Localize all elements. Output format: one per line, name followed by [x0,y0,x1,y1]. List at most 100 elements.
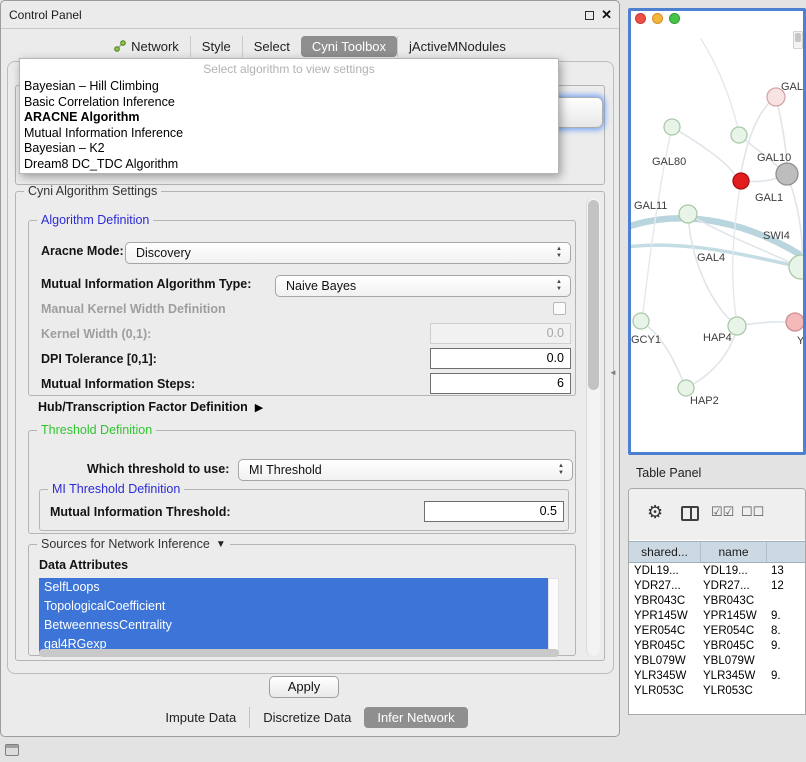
network-node-green[interactable] [678,380,694,396]
data-attributes-list: SelfLoopsTopologicalCoefficientBetweenne… [39,578,548,654]
table-row[interactable]: YLR345WYLR345W9. [629,669,805,684]
attribute-item-betweennesscentrality[interactable]: BetweennessCentrality [39,616,548,635]
table-row[interactable]: YBL079WYBL079W [629,654,805,669]
network-edge [701,39,738,128]
collapse-right-icon[interactable]: ▶ [255,401,263,414]
minimized-panel-icon[interactable] [5,744,19,756]
deselect-all-checkboxes-icon[interactable]: ☐☐ [741,504,764,520]
attribute-item-topologicalcoefficient[interactable]: TopologicalCoefficient [39,597,548,616]
which-threshold-combobox[interactable]: MI Threshold ▲▼ [238,459,573,481]
network-canvas[interactable]: GAL7GAL80GAL10GAL1GAL11SWI4GAL4GCY1HAP4H… [631,11,803,452]
aracne-mode-combobox[interactable]: Discovery ▲▼ [125,242,571,264]
network-node-gray[interactable] [776,163,798,185]
attributes-horizontal-scrollbar[interactable] [39,649,559,657]
network-node-red[interactable] [733,173,749,189]
table-row[interactable]: YER054CYER054C8. [629,624,805,639]
dropdown-item-basic-correlation-inference[interactable]: Basic Correlation Inference [20,95,558,111]
tab-style[interactable]: Style [190,36,242,57]
mi-threshold-label: Mutual Information Threshold: [50,505,231,519]
node-label-gal10: GAL10 [757,152,791,164]
tab-network[interactable]: Network [103,36,190,57]
manual-kernel-width-checkbox[interactable] [553,302,566,315]
kernel-width-field[interactable]: 0.0 [430,323,571,344]
column-header-partial[interactable] [767,542,805,562]
cyni-bottom-tabbar: Impute DataDiscretize DataInfer Network [1,707,619,728]
table-row[interactable]: YDL19...YDL19...13 [629,564,805,579]
mi-threshold-definition-group: MI Threshold Definition Mutual Informati… [39,489,569,531]
select-all-checkboxes-icon[interactable]: ☑☑ [711,504,734,520]
network-node-green[interactable] [679,205,697,223]
table-row[interactable]: YBR045CYBR045C9. [629,639,805,654]
column-header-shared-name[interactable]: shared... [629,542,701,562]
tab-label: Style [202,39,231,54]
dropdown-item-dream8-dc-tdc-algorithm[interactable]: Dream8 DC_TDC Algorithm [20,157,558,173]
table-row[interactable]: YBR043CYBR043C [629,594,805,609]
tab-select[interactable]: Select [242,36,301,57]
gear-icon[interactable]: ⚙ [647,502,663,523]
combo-arrows-icon: ▲▼ [554,279,564,293]
table-cell: 12 [767,579,805,594]
table-toolbar: ⚙ ☑☑ ☐☐ [629,489,805,540]
table-columns-icon[interactable] [681,506,699,521]
scrollbar-thumb[interactable] [588,200,599,390]
table-body: YDL19...YDL19...13YDR27...YDR27...12YBR0… [629,564,805,714]
float-window-icon[interactable] [585,11,594,20]
dpi-tolerance-field[interactable]: 0.0 [430,348,571,369]
close-window-icon[interactable]: ✕ [601,7,612,23]
network-node-green[interactable] [664,119,680,135]
table-cell: YBR045C [701,639,767,654]
mi-algorithm-type-combobox[interactable]: Naive Bayes ▲▼ [275,275,571,297]
network-scrollbar[interactable] [793,31,803,49]
mi-threshold-definition-title: MI Threshold Definition [48,482,184,496]
attribute-item-selfloops[interactable]: SelfLoops [39,578,548,597]
tab-cyni-toolbox[interactable]: Cyni Toolbox [301,36,397,57]
settings-vertical-scrollbar[interactable] [586,198,600,656]
dpi-tolerance-label: DPI Tolerance [0,1]: [41,352,157,366]
dropdown-item-mutual-information-inference[interactable]: Mutual Information Inference [20,126,558,142]
tab-label: Network [131,39,179,54]
table-cell: YDL19... [701,564,767,579]
mi-steps-field[interactable]: 6 [430,373,571,394]
table-row[interactable]: YPR145WYPR145W9. [629,609,805,624]
hub-definition-label: Hub/Transcription Factor Definition [38,400,248,414]
tab-jactivemnodules[interactable]: jActiveMNodules [397,36,517,57]
minimize-traffic-light-icon[interactable] [652,13,663,24]
combo-arrows-icon: ▲▼ [554,246,564,260]
node-label-hap4: HAP4 [703,332,732,344]
table-row[interactable]: YDR27...YDR27...12 [629,579,805,594]
hub-definition-section-header[interactable]: Hub/Transcription Factor Definition ▶ [38,400,263,414]
table-cell: 9. [767,639,805,654]
dropdown-item-bayesian-k2[interactable]: Bayesian – K2 [20,141,558,157]
scrollbar-thumb[interactable] [795,33,801,42]
dropdown-item-bayesian-hill-climbing[interactable]: Bayesian – Hill Climbing [20,79,558,95]
column-header-name[interactable]: name [701,542,767,562]
apply-button[interactable]: Apply [269,676,339,698]
bottom-tab-discretize-data[interactable]: Discretize Data [249,707,364,728]
network-node-salmon[interactable] [786,313,803,331]
sources-title-label: Sources for Network Inference [41,537,210,551]
zoom-traffic-light-icon[interactable] [669,13,680,24]
aracne-mode-label: Aracne Mode: [41,244,124,258]
mi-threshold-field[interactable]: 0.5 [424,501,564,522]
network-node-green[interactable] [633,313,649,329]
combo-arrows-icon: ▲▼ [556,463,566,477]
dropdown-item-aracne-algorithm[interactable]: ARACNE Algorithm [20,110,558,126]
sources-section-header[interactable]: Sources for Network Inference ▼ [37,537,230,551]
table-cell [767,684,805,699]
bottom-tab-infer-network[interactable]: Infer Network [364,707,467,728]
close-traffic-light-icon[interactable] [635,13,646,24]
table-panel-title: Table Panel [636,466,701,480]
network-node-green[interactable] [731,127,747,143]
attributes-vertical-scrollbar[interactable] [548,578,559,654]
network-view-window: GAL7GAL80GAL10GAL1GAL11SWI4GAL4GCY1HAP4H… [628,8,806,455]
node-label-gcy1: GCY1 [631,334,661,346]
table-cell: 9. [767,669,805,684]
network-node-green[interactable] [789,255,803,279]
table-cell: YER054C [701,624,767,639]
table-row[interactable]: YLR053CYLR053C [629,684,805,699]
bottom-tab-impute-data[interactable]: Impute Data [152,707,249,728]
collapse-down-icon[interactable]: ▼ [216,539,226,550]
data-attributes-label: Data Attributes [39,558,128,572]
mi-steps-label: Mutual Information Steps: [41,377,195,391]
splitter-collapse-icon[interactable]: ◄ [609,368,617,377]
